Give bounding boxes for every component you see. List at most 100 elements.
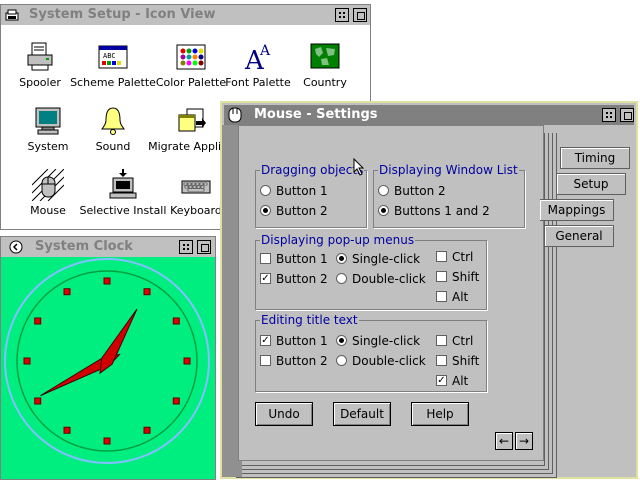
option-label: Single-click xyxy=(352,252,421,266)
bell-icon xyxy=(101,107,125,135)
mouse-system-menu-icon[interactable] xyxy=(228,107,242,123)
checkbox-indicator: ✓ xyxy=(436,375,447,386)
maximize-button[interactable] xyxy=(620,108,634,122)
radio-indicator xyxy=(336,335,347,346)
svg-text:ABC: ABC xyxy=(103,52,116,60)
popup-single-click-radio[interactable]: Single-click xyxy=(336,251,420,267)
title-alt-checkbox[interactable]: ✓ Alt xyxy=(436,373,468,389)
icon-label: Sound xyxy=(95,140,131,153)
group-title: Displaying pop-up menus xyxy=(260,233,416,247)
title-button1-checkbox[interactable]: ✓ Button 1 xyxy=(260,333,328,349)
popup-double-click-radio[interactable]: Double-click xyxy=(336,271,426,287)
dragging-objects-group: Dragging objects Button 1 Button 2 xyxy=(255,163,367,228)
radio-indicator xyxy=(378,185,389,196)
checkbox-indicator xyxy=(436,251,447,262)
scheme-palette-item[interactable]: ABC Scheme Palette xyxy=(68,41,158,89)
system-setup-titlebar[interactable]: System Setup - Icon View xyxy=(1,5,370,25)
maximize-button[interactable] xyxy=(353,8,367,22)
tab-timing[interactable]: Timing xyxy=(560,147,630,169)
notebook-page: Dragging objects Button 1 Button 2 Displ… xyxy=(238,125,544,461)
hour-mark xyxy=(143,288,151,296)
next-page-button[interactable]: → xyxy=(515,432,533,450)
keyboard-icon xyxy=(181,180,211,194)
checkbox-indicator xyxy=(436,291,447,302)
help-button[interactable]: Help xyxy=(411,402,469,426)
window-list-group: Displaying Window List Button 2 Buttons … xyxy=(373,163,525,228)
option-label: Buttons 1 and 2 xyxy=(394,204,490,218)
undo-button[interactable]: Undo xyxy=(255,402,313,426)
window-title: System Setup - Icon View xyxy=(29,7,216,22)
system-clock-titlebar[interactable]: System Clock xyxy=(1,237,215,257)
popup-ctrl-checkbox[interactable]: Ctrl xyxy=(436,249,473,265)
analog-clock-face xyxy=(4,258,210,464)
title-single-click-radio[interactable]: Single-click xyxy=(336,333,420,349)
tab-mappings[interactable]: Mappings xyxy=(540,199,614,221)
group-title: Displaying Window List xyxy=(378,163,519,177)
checkbox-indicator xyxy=(260,355,271,366)
scheme-palette-icon: ABC xyxy=(98,45,128,69)
option-label: Shift xyxy=(452,354,480,368)
maximize-button[interactable] xyxy=(197,240,211,254)
window-title: Mouse - Settings xyxy=(254,107,378,122)
option-label: Button 1 xyxy=(276,252,328,266)
group-title: Dragging objects xyxy=(260,163,365,177)
tab-general[interactable]: General xyxy=(544,225,614,247)
option-label: Single-click xyxy=(352,334,421,348)
hour-mark xyxy=(23,357,31,365)
option-label: Button 2 xyxy=(276,204,328,218)
title-ctrl-checkbox[interactable]: Ctrl xyxy=(436,333,473,349)
radio-indicator xyxy=(260,205,271,216)
radio-indicator xyxy=(378,205,389,216)
checkbox-indicator xyxy=(436,355,447,366)
checkbox-indicator xyxy=(436,271,447,282)
font-palette-icon: AA xyxy=(244,43,271,73)
title-double-click-radio[interactable]: Double-click xyxy=(336,353,426,369)
title-shift-checkbox[interactable]: Shift xyxy=(436,353,479,369)
hide-button[interactable] xyxy=(335,8,349,22)
option-label: Ctrl xyxy=(452,250,474,264)
hour-mark xyxy=(143,426,151,434)
migrate-icon xyxy=(178,108,206,132)
clock-system-menu-icon[interactable] xyxy=(9,240,23,254)
window-list-buttons12-radio[interactable]: Buttons 1 and 2 xyxy=(378,203,490,219)
computer-install-icon xyxy=(109,169,137,199)
system-menu-icon[interactable] xyxy=(5,8,19,22)
checkbox-indicator: ✓ xyxy=(260,335,271,346)
group-title: Editing title text xyxy=(260,313,359,327)
dragging-button2-radio[interactable]: Button 2 xyxy=(260,203,328,219)
hide-button[interactable] xyxy=(179,240,193,254)
option-label: Double-click xyxy=(352,272,426,286)
svg-text:A: A xyxy=(259,43,271,59)
option-label: Button 2 xyxy=(276,354,328,368)
default-button[interactable]: Default xyxy=(333,402,391,426)
tab-setup[interactable]: Setup xyxy=(556,173,626,195)
option-label: Button 2 xyxy=(394,184,446,198)
popup-menus-group: Displaying pop-up menus Button 1 ✓ Button… xyxy=(255,233,487,310)
country-item[interactable]: Country xyxy=(280,41,370,89)
dragging-button1-radio[interactable]: Button 1 xyxy=(260,183,328,199)
hour-mark xyxy=(103,437,111,445)
popup-alt-checkbox[interactable]: Alt xyxy=(436,289,468,305)
option-label: Button 1 xyxy=(276,334,328,348)
previous-page-button[interactable]: ← xyxy=(495,432,513,450)
radio-indicator xyxy=(336,253,347,264)
system-clock-window: System Clock xyxy=(0,236,216,480)
popup-shift-checkbox[interactable]: Shift xyxy=(436,269,479,285)
option-label: Alt xyxy=(452,290,469,304)
mouse-icon xyxy=(32,169,64,201)
window-title: System Clock xyxy=(35,239,133,254)
hour-mark xyxy=(172,317,180,325)
sound-item[interactable]: Sound xyxy=(68,105,158,153)
popup-button1-checkbox[interactable]: Button 1 xyxy=(260,251,328,267)
hour-mark xyxy=(63,426,71,434)
mouse-settings-window: Mouse - Settings Dragging objects Button… xyxy=(220,101,638,479)
hour-mark xyxy=(63,288,71,296)
title-button2-checkbox[interactable]: Button 2 xyxy=(260,353,328,369)
hide-button[interactable] xyxy=(602,108,616,122)
mouse-settings-titlebar[interactable]: Mouse - Settings xyxy=(224,105,634,125)
editing-title-text-group: Editing title text ✓ Button 1 Button 2 Si… xyxy=(255,313,487,392)
popup-button2-checkbox[interactable]: ✓ Button 2 xyxy=(260,271,328,287)
hour-mark xyxy=(34,397,42,405)
window-list-button2-radio[interactable]: Button 2 xyxy=(378,183,446,199)
icon-label: Country xyxy=(303,76,347,89)
